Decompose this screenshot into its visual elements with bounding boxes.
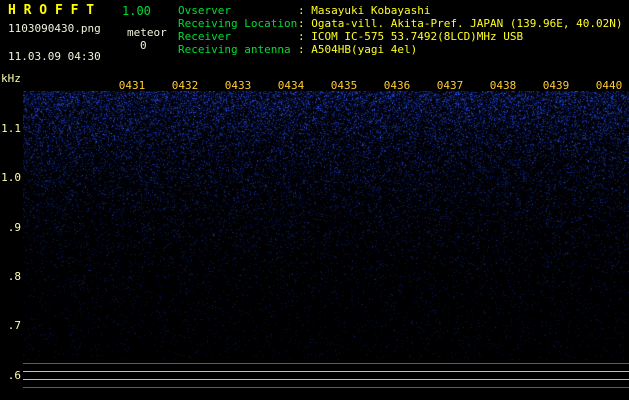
info-value: : Ogata-vill. Akita-Pref. JAPAN (139.96E… bbox=[298, 17, 623, 30]
info-row-observer: Ovserver: Masayuki Kobayashi bbox=[178, 4, 623, 17]
filename: 1103090430.png bbox=[8, 22, 101, 35]
freq-tick-label: .8 bbox=[0, 270, 21, 283]
observer-info-block: Ovserver: Masayuki Kobayashi Receiving L… bbox=[178, 4, 623, 56]
info-label: Ovserver bbox=[178, 4, 298, 17]
info-value: : ICOM IC-575 53.7492(8LCD)MHz USB bbox=[298, 30, 523, 43]
app-version: 1.00 bbox=[122, 4, 151, 18]
freq-tick-label: .9 bbox=[0, 221, 21, 234]
freq-axis-unit: kHz bbox=[1, 72, 21, 85]
signal-gridline bbox=[23, 371, 629, 372]
info-row-antenna: Receiving antenna: A504HB(yagi 4el) bbox=[178, 43, 623, 56]
info-row-receiver: Receiver: ICOM IC-575 53.7492(8LCD)MHz U… bbox=[178, 30, 623, 43]
signal-gridline bbox=[23, 387, 629, 388]
info-row-location: Receiving Location: Ogata-vill. Akita-Pr… bbox=[178, 17, 623, 30]
signal-gridline bbox=[23, 379, 629, 380]
freq-tick-label: .7 bbox=[0, 319, 21, 332]
observation-timestamp: 11.03.09 04:30 bbox=[8, 50, 101, 63]
signal-gridline bbox=[23, 363, 629, 364]
info-label: Receiving Location bbox=[178, 17, 298, 30]
info-label: Receiver bbox=[178, 30, 298, 43]
spectrogram-canvas bbox=[23, 91, 629, 360]
info-label: Receiving antenna bbox=[178, 43, 298, 56]
freq-tick-label: 1.1 bbox=[0, 122, 21, 135]
freq-tick-label: .6 bbox=[0, 369, 21, 382]
app-title: H R O F F T bbox=[8, 3, 94, 18]
freq-tick-label: 1.0 bbox=[0, 171, 21, 184]
info-value: : A504HB(yagi 4el) bbox=[298, 43, 417, 56]
meteor-count-value: 0 bbox=[140, 39, 147, 52]
info-value: : Masayuki Kobayashi bbox=[298, 4, 430, 17]
meteor-count-label: meteor bbox=[127, 26, 167, 39]
